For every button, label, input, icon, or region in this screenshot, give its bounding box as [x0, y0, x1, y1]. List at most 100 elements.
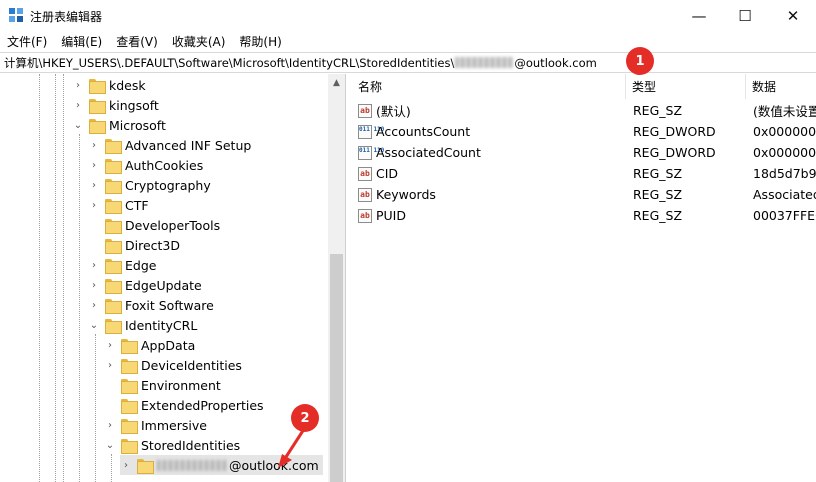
expand-chevron-icon[interactable]: ›: [72, 79, 84, 91]
tree-item-microsoft[interactable]: ⌄ Microsoft: [72, 115, 166, 135]
value-name: AccountsCount: [376, 124, 471, 139]
tree-guide-line: [95, 334, 96, 482]
tree-item-deviceidentities[interactable]: › DeviceIdentities: [104, 355, 242, 375]
annotation-badge-1: 1: [626, 47, 654, 75]
menu-edit[interactable]: 编辑(E): [54, 31, 109, 51]
value-type: REG_SZ: [633, 103, 683, 118]
folder-icon: [105, 198, 122, 214]
expand-chevron-icon[interactable]: ›: [104, 419, 116, 431]
close-button[interactable]: ✕: [770, 0, 816, 31]
tree-item-label: ExtendedProperties: [141, 397, 264, 413]
value-data: 0x00000001: [753, 124, 816, 139]
folder-icon: [89, 98, 106, 114]
expand-chevron-icon[interactable]: ›: [104, 339, 116, 351]
folder-icon: [121, 358, 138, 374]
tree-item-kdesk[interactable]: › kdesk: [72, 75, 146, 95]
tree-item-direct3d[interactable]: Direct3D: [88, 235, 180, 255]
folder-icon: [105, 298, 122, 314]
folder-icon: [121, 378, 138, 394]
scroll-up-arrow-icon[interactable]: ▲: [328, 74, 345, 91]
tree-item-label: Edge: [125, 257, 157, 273]
address-bar[interactable]: 计算机\HKEY_USERS\.DEFAULT\Software\Microso…: [0, 52, 816, 73]
string-value-icon: ab: [358, 208, 372, 223]
folder-icon: [105, 138, 122, 154]
column-header-type[interactable]: 类型: [626, 74, 746, 99]
expand-chevron-icon[interactable]: ›: [88, 159, 100, 171]
address-path: 计算机\HKEY_USERS\.DEFAULT\Software\Microso…: [4, 55, 455, 70]
collapse-chevron-icon[interactable]: ⌄: [104, 439, 116, 451]
tree-item-label: Advanced INF Setup: [125, 137, 252, 153]
value-row[interactable]: 011 110 AssociatedCount REG_DWORD 0x0000…: [352, 142, 816, 163]
string-value-icon: ab: [358, 187, 372, 202]
redacted-account-name: [157, 459, 227, 471]
tree-item-identitycrl[interactable]: ⌄ IdentityCRL: [88, 315, 197, 335]
folder-icon: [105, 218, 122, 234]
value-row[interactable]: ab Keywords REG_SZ Associated: [352, 184, 816, 205]
menu-help[interactable]: 帮助(H): [232, 31, 288, 51]
menu-view[interactable]: 查看(V): [109, 31, 165, 51]
value-name: CID: [376, 166, 399, 181]
tree-item-foxit-software[interactable]: › Foxit Software: [88, 295, 214, 315]
tree-item-appdata[interactable]: › AppData: [104, 335, 195, 355]
tree-item-cryptography[interactable]: › Cryptography: [88, 175, 211, 195]
folder-icon: [105, 278, 122, 294]
folder-icon: [89, 78, 106, 94]
expand-chevron-icon[interactable]: ›: [88, 299, 100, 311]
tree-item-edge[interactable]: › Edge: [88, 255, 156, 275]
tree-item-label: IdentityCRL: [125, 317, 198, 333]
value-data: 00037FFE6: [753, 208, 816, 223]
column-header-name[interactable]: 名称: [352, 74, 626, 99]
tree-item-developertools[interactable]: DeveloperTools: [88, 215, 220, 235]
value-row[interactable]: ab (默认) REG_SZ (数值未设置): [352, 100, 816, 121]
value-row[interactable]: ab PUID REG_SZ 00037FFE6: [352, 205, 816, 226]
values-list[interactable]: 名称 类型 数据 ab (默认) REG_SZ (数值未设置) 011 110 …: [352, 74, 816, 482]
annotation-arrow-icon: [278, 425, 308, 468]
value-data: 18d5d7b9: [753, 166, 816, 181]
folder-icon: [121, 398, 138, 414]
expand-chevron-icon[interactable]: ›: [88, 259, 100, 271]
expand-chevron-icon[interactable]: ›: [88, 279, 100, 291]
tree-item-kingsoft[interactable]: › kingsoft: [72, 95, 159, 115]
menu-file[interactable]: 文件(F): [0, 31, 54, 51]
tree-item-storedidentities[interactable]: ⌄ StoredIdentities: [104, 435, 240, 455]
expand-chevron-icon[interactable]: ›: [88, 139, 100, 151]
tree-item-label: Cryptography: [125, 177, 211, 193]
tree-item-edgeupdate[interactable]: › EdgeUpdate: [88, 275, 202, 295]
tree-item-advanced-inf-setup[interactable]: › Advanced INF Setup: [88, 135, 251, 155]
title-bar: 注册表编辑器 — ☐ ✕: [0, 0, 816, 31]
menu-favorites[interactable]: 收藏夹(A): [165, 31, 233, 51]
tree-guide-line: [39, 74, 40, 482]
expand-chevron-icon[interactable]: ›: [88, 199, 100, 211]
folder-icon: [105, 318, 122, 334]
expand-chevron-icon[interactable]: ›: [104, 359, 116, 371]
menu-bar: 文件(F) 编辑(E) 查看(V) 收藏夹(A) 帮助(H): [0, 31, 816, 51]
expand-chevron-icon[interactable]: ›: [120, 459, 132, 471]
value-row[interactable]: 011 110 AccountsCount REG_DWORD 0x000000…: [352, 121, 816, 142]
tree-item-immersive[interactable]: › Immersive: [104, 415, 207, 435]
expand-chevron-icon[interactable]: ›: [72, 99, 84, 111]
value-type: REG_SZ: [633, 166, 683, 181]
tree-item-environment[interactable]: Environment: [104, 375, 221, 395]
binary-value-icon: 011 110: [358, 145, 384, 160]
folder-icon: [121, 338, 138, 354]
maximize-button[interactable]: ☐: [722, 0, 768, 31]
expand-chevron-icon[interactable]: ›: [88, 179, 100, 191]
tree-item-label: Microsoft: [109, 117, 166, 133]
minimize-button[interactable]: —: [676, 0, 722, 31]
folder-icon: [105, 178, 122, 194]
tree-item-ctf[interactable]: › CTF: [88, 195, 149, 215]
tree-item-label: Environment: [141, 377, 221, 393]
scroll-thumb[interactable]: [330, 254, 343, 482]
folder-icon: [105, 258, 122, 274]
collapse-chevron-icon[interactable]: ⌄: [72, 119, 84, 131]
value-row[interactable]: ab CID REG_SZ 18d5d7b9: [352, 163, 816, 184]
tree-item-label: StoredIdentities: [141, 437, 241, 453]
tree-item-extendedproperties[interactable]: ExtendedProperties: [104, 395, 264, 415]
tree-item-authcookies[interactable]: › AuthCookies: [88, 155, 203, 175]
collapse-chevron-icon[interactable]: ⌄: [88, 319, 100, 331]
column-header-data[interactable]: 数据: [746, 74, 816, 99]
tree-scrollbar[interactable]: ▲: [328, 74, 345, 482]
